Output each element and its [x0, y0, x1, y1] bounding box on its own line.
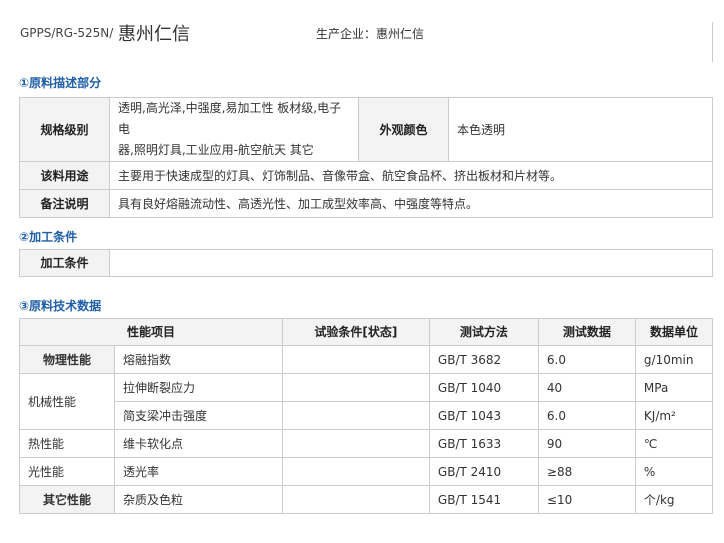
item-cell: 杂质及色粒 [114, 485, 283, 514]
unit-cell: g/10min [634, 345, 714, 374]
divider [712, 22, 713, 62]
unit-cell: KJ/m² [634, 401, 714, 430]
table-row: 光性能 透光率 GB/T 2410 ≥88 % [19, 457, 714, 486]
data-cell: 6.0 [537, 401, 636, 430]
data-cell: 6.0 [537, 345, 636, 374]
section-title-description: ①原料描述部分 [19, 76, 102, 90]
product-brand: 惠州仁信 [118, 24, 190, 45]
unit-cell: MPa [634, 373, 714, 402]
appearance-value: 本色透明 [448, 97, 713, 162]
item-cell: 拉伸断裂应力 [114, 373, 283, 402]
header-data: 测试数据 [537, 318, 636, 346]
category-cell: 热性能 [19, 429, 115, 458]
header-property: 性能项目 [19, 318, 283, 346]
processing-table: 加工条件 [19, 249, 713, 277]
data-cell: 90 [537, 429, 636, 458]
header-condition: 试验条件[状态] [281, 318, 430, 346]
condition-cell [281, 429, 430, 458]
unit-cell: 个/kg [634, 485, 714, 514]
condition-cell [281, 485, 430, 514]
condition-cell [281, 373, 430, 402]
tech-header-row: 性能项目 试验条件[状态] 测试方法 测试数据 数据单位 [19, 318, 714, 346]
section-title-tech: ③原料技术数据 [19, 299, 102, 313]
tech-data-table: 性能项目 试验条件[状态] 测试方法 测试数据 数据单位 物理性能 熔融指数 G… [19, 318, 714, 514]
item-cell: 透光率 [114, 457, 283, 486]
condition-cell [281, 345, 430, 374]
category-cell: 物理性能 [19, 345, 115, 374]
product-code: GPPS/RG-525N/ [20, 26, 114, 40]
data-cell: ≤10 [537, 485, 636, 514]
note-label: 备注说明 [19, 189, 110, 218]
appearance-label: 外观颜色 [358, 97, 449, 162]
data-cell: 40 [537, 373, 636, 402]
spec-value-line1: 透明,高光泽,中强度,易加工性 板材级,电子电 [118, 101, 342, 136]
table-row: 其它性能 杂质及色粒 GB/T 1541 ≤10 个/kg [19, 485, 714, 514]
method-cell: GB/T 1541 [428, 485, 539, 514]
item-cell: 熔融指数 [114, 345, 283, 374]
manufacturer-value[interactable]: 惠州仁信 [376, 25, 424, 42]
spec-value-line2: 器,照明灯具,工业应用-航空航天 其它 [118, 143, 314, 157]
spec-label: 规格级别 [19, 97, 110, 162]
header-unit: 数据单位 [634, 318, 714, 346]
table-row: 机械性能 拉伸断裂应力 GB/T 1040 40 MPa [19, 373, 714, 430]
spec-value: 透明,高光泽,中强度,易加工性 板材级,电子电 器,照明灯具,工业应用-航空航天… [109, 97, 359, 162]
category-cell: 其它性能 [19, 485, 115, 514]
use-label: 该料用途 [19, 161, 110, 190]
method-cell: GB/T 2410 [428, 457, 539, 486]
category-cell: 光性能 [19, 457, 115, 486]
manufacturer-label: 生产企业： [316, 27, 377, 41]
processing-label: 加工条件 [19, 249, 110, 277]
table-row: 热性能 维卡软化点 GB/T 1633 90 ℃ [19, 429, 714, 458]
header-method: 测试方法 [428, 318, 539, 346]
data-cell: ≥88 [537, 457, 636, 486]
description-table: 规格级别 透明,高光泽,中强度,易加工性 板材级,电子电 器,照明灯具,工业应用… [19, 97, 713, 218]
table-row: 简支梁冲击强度 GB/T 1043 6.0 KJ/m² [20, 401, 714, 430]
category-cell: 机械性能 [19, 373, 115, 430]
note-value: 具有良好熔融流动性、高透光性、加工成型效率高、中强度等特点。 [109, 189, 713, 218]
condition-cell [281, 457, 430, 486]
item-cell: 维卡软化点 [114, 429, 283, 458]
unit-cell: ℃ [634, 429, 714, 458]
method-cell: GB/T 1043 [428, 401, 539, 430]
item-cell: 简支梁冲击强度 [114, 401, 283, 430]
page-header: GPPS/RG-525N/ 惠州仁信 生产企业： 惠州仁信 [0, 0, 724, 62]
use-value: 主要用于快速成型的灯具、灯饰制品、音像带盒、航空食品杯、挤出板材和片材等。 [109, 161, 713, 190]
section-title-processing: ②加工条件 [19, 230, 78, 244]
unit-cell: % [634, 457, 714, 486]
condition-cell [281, 401, 430, 430]
table-row: 物理性能 熔融指数 GB/T 3682 6.0 g/10min [19, 345, 714, 374]
method-cell: GB/T 1633 [428, 429, 539, 458]
method-cell: GB/T 3682 [428, 345, 539, 374]
method-cell: GB/T 1040 [428, 373, 539, 402]
processing-value [109, 249, 713, 277]
